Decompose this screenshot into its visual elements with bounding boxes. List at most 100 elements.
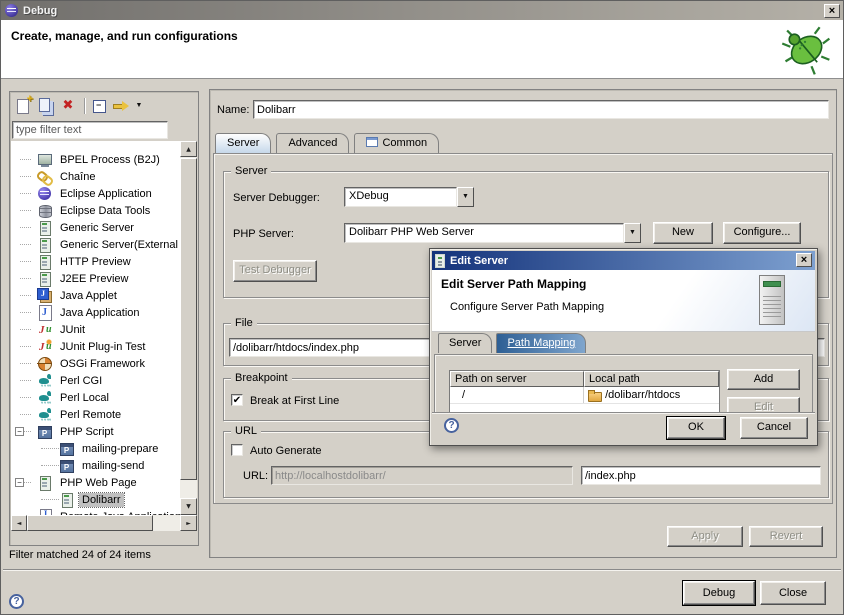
tree-item-generic-server[interactable]: Generic Server [11, 219, 182, 236]
tree-item-php-web-page[interactable]: −PHP Web Page [11, 474, 182, 491]
combo-arrow-icon[interactable]: ▼ [457, 187, 474, 207]
collapse-toggle-icon[interactable]: − [15, 478, 24, 487]
close-button[interactable]: Close [760, 581, 826, 605]
tab-common[interactable]: Common [354, 133, 439, 153]
tree-item-eclipse-data-tools[interactable]: Eclipse Data Tools [11, 202, 182, 219]
dialog-help-icon[interactable]: ? [444, 418, 459, 433]
filter-icon[interactable] [111, 96, 131, 116]
path-mapping-row[interactable]: //dolibarr/htdocs [450, 387, 719, 404]
ok-button[interactable]: OK [667, 417, 725, 439]
japplet-icon [37, 288, 53, 304]
tree-item-junit-plug-in-test[interactable]: JUnit Plug-in Test [11, 338, 182, 355]
auto-generate-checkbox[interactable] [231, 444, 243, 456]
tree-item-perl-cgi[interactable]: Perl CGI [11, 372, 182, 389]
help-icon[interactable]: ? [9, 594, 24, 609]
local-path-cell: /dolibarr/htdocs [584, 387, 719, 403]
new-configuration-icon[interactable]: + [14, 96, 34, 116]
tree-item-remote-java-application[interactable]: Remote Java Application [11, 508, 182, 515]
add-mapping-button[interactable]: Add [727, 369, 800, 390]
column-path-on-server: Path on server [450, 371, 584, 387]
url-group-title: URL [231, 425, 261, 437]
tree-item-label: BPEL Process (B2J) [57, 153, 163, 167]
tree-item-j2ee-preview[interactable]: J2EE Preview [11, 270, 182, 287]
url-path-input[interactable] [581, 466, 821, 485]
dialog-tab-path-mapping[interactable]: Path Mapping [496, 333, 586, 353]
delete-configuration-icon[interactable]: ✖ [58, 96, 78, 116]
tree-item-java-applet[interactable]: Java Applet [11, 287, 182, 304]
tree-item-label: Perl CGI [57, 374, 105, 388]
dialog-subheading: Configure Server Path Mapping [450, 301, 604, 313]
collapse-toggle-icon[interactable]: − [15, 427, 24, 436]
php-server-label: PHP Server: [233, 228, 294, 240]
banner-title: Create, manage, and run configurations [11, 29, 238, 43]
tree-item-java-application[interactable]: Java Application [11, 304, 182, 321]
tree-item-perl-remote[interactable]: Perl Remote [11, 406, 182, 423]
name-input[interactable] [253, 100, 829, 119]
scroll-left-icon[interactable]: ◄ [11, 515, 27, 531]
tab-advanced[interactable]: Advanced [276, 133, 349, 153]
tree-item-label: HTTP Preview [57, 255, 134, 269]
break-first-line-checkbox[interactable]: ✔ [231, 394, 243, 406]
tree-item-osgi-framework[interactable]: OSGi Framework [11, 355, 182, 372]
base-url-input [271, 466, 573, 485]
chain-icon [37, 169, 53, 185]
toolbar-menu-caret-icon[interactable]: ▼ [133, 96, 145, 116]
tree-item-mailing-prepare[interactable]: mailing-prepare [11, 440, 182, 457]
tree-item-mailing-send[interactable]: mailing-send [11, 457, 182, 474]
edit-server-dialog: Edit Server × Edit Server Path Mapping C… [429, 248, 818, 446]
tree-item-perl-local[interactable]: Perl Local [11, 389, 182, 406]
url-label: URL: [243, 470, 268, 482]
tree-item-label: Perl Remote [57, 408, 124, 422]
toolbar-separator [84, 98, 85, 114]
file-group-title: File [231, 317, 257, 329]
tree-item-bpel-process-b2j[interactable]: BPEL Process (B2J) [11, 151, 182, 168]
tab-server[interactable]: Server [215, 133, 271, 153]
tree-item-junit[interactable]: JUnit [11, 321, 182, 338]
config-tree: BPEL Process (B2J) ChaîneEclipse Applicat… [11, 141, 182, 515]
tree-item-cha-ne[interactable]: Chaîne [11, 168, 182, 185]
perl-icon [37, 373, 53, 389]
table-header-row: Path on server Local path [450, 371, 719, 387]
apply-button[interactable]: Apply [667, 526, 743, 547]
dialog-tab-server[interactable]: Server [438, 333, 492, 353]
collapse-all-icon[interactable]: − [89, 96, 109, 116]
scroll-right-icon[interactable]: ► [180, 515, 197, 531]
tree-item-php-script[interactable]: −PHP Script [11, 423, 182, 440]
server-debugger-combo[interactable]: XDebug ▼ [344, 187, 474, 207]
debug-button[interactable]: Debug [683, 581, 755, 605]
tree-item-eclipse-application[interactable]: Eclipse Application [11, 185, 182, 202]
php-server-combo[interactable]: Dolibarr PHP Web Server ▼ [344, 223, 641, 243]
scroll-up-icon[interactable]: ▲ [180, 141, 197, 157]
combo-arrow-icon[interactable]: ▼ [624, 223, 641, 243]
scroll-down-icon[interactable]: ▼ [180, 498, 197, 515]
column-local-path: Local path [584, 371, 719, 387]
tree-item-label: mailing-send [79, 459, 147, 473]
tree-hscroll-thumb[interactable] [27, 515, 153, 531]
cancel-button[interactable]: Cancel [740, 417, 808, 439]
server-debugger-label: Server Debugger: [233, 192, 320, 204]
footer-separator [3, 569, 841, 571]
check-icon: ✔ [233, 395, 241, 406]
server-icon [37, 475, 53, 491]
perl-icon [37, 407, 53, 423]
test-debugger-button[interactable]: Test Debugger [233, 260, 317, 282]
configure-server-button[interactable]: Configure... [723, 222, 801, 244]
dialog-titlebar: Edit Server [432, 251, 815, 270]
tree-item-http-preview[interactable]: HTTP Preview [11, 253, 182, 270]
dialog-close-button[interactable]: × [796, 253, 812, 267]
duplicate-configuration-icon[interactable] [36, 96, 56, 116]
window-close-button[interactable]: × [824, 4, 840, 18]
new-server-button[interactable]: New [653, 222, 713, 244]
debug-configurations-window: Debug × Create, manage, and run configur… [0, 0, 844, 615]
revert-button[interactable]: Revert [749, 526, 823, 547]
tree-item-generic-server-external-la[interactable]: Generic Server(External La [11, 236, 182, 253]
bug-icon [779, 24, 831, 76]
filter-input[interactable] [12, 121, 168, 139]
dialog-heading: Edit Server Path Mapping [441, 277, 586, 291]
tree-vscroll-thumb[interactable] [180, 158, 197, 480]
tree-item-label: Chaîne [57, 170, 98, 184]
tree-item-dolibarr[interactable]: Dolibarr [11, 491, 182, 508]
common-tab-icon [366, 137, 378, 147]
php-icon [59, 458, 75, 474]
tree-item-label: Java Applet [57, 289, 120, 303]
